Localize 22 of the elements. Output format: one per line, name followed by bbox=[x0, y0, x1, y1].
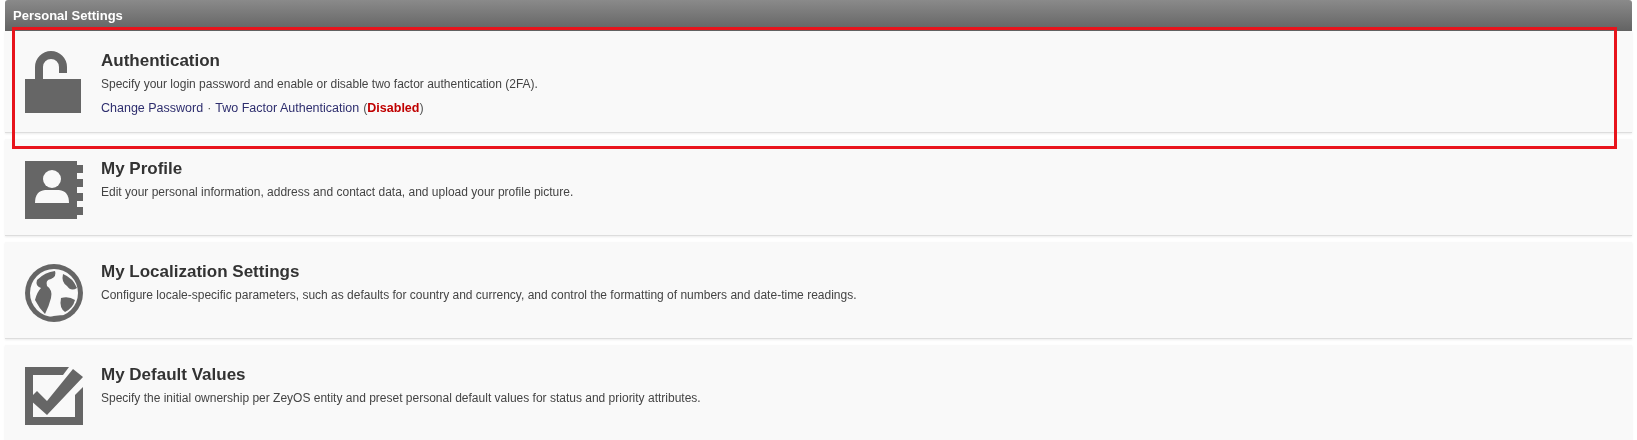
two-factor-link[interactable]: Two Factor Authentication bbox=[215, 98, 360, 118]
status-label: Disabled bbox=[367, 99, 420, 117]
panel-header: Personal Settings bbox=[5, 0, 1632, 31]
settings-card[interactable]: Authentication Specify your login password and enable or disable two factor authentication (2FA). Change Password · Two Factor Authentication (Disabled) bbox=[5, 30, 1632, 133]
change-password-link[interactable]: Change Password bbox=[101, 98, 204, 118]
card-title: My Default Values bbox=[101, 364, 247, 386]
card-description: Edit your personal information, address and contact data, and upload your profile picture. bbox=[101, 184, 575, 202]
checkbox-icon bbox=[23, 364, 85, 427]
settings-card[interactable]: My Profile Edit your personal information, address and contact data, and upload your profile picture. bbox=[5, 138, 1632, 236]
separator-dot: · bbox=[207, 99, 212, 117]
card-description: Specify your login password and enable or disable two factor authentication (2FA). bbox=[101, 75, 539, 93]
card-title: Authentication bbox=[101, 50, 221, 71]
bracket: ( bbox=[363, 99, 368, 117]
bracket: ) bbox=[419, 99, 424, 117]
card-title: My Profile bbox=[101, 158, 184, 180]
settings-card[interactable]: My Localization Settings Configure locale-specific parameters, such as defaults for country and currency, and control the formatting of numbers and date-time readings. bbox=[5, 241, 1632, 339]
card-title: My Localization Settings bbox=[101, 261, 301, 283]
card-description: Specify the initial ownership per ZeyOS entity and preset personal default values for status and priority attributes. bbox=[101, 390, 702, 408]
settings-card[interactable]: My Default Values Specify the initial ownership per ZeyOS entity and preset personal default values for status and priority attributes. bbox=[5, 344, 1632, 440]
address-book-icon bbox=[23, 158, 85, 221]
globe-icon bbox=[23, 261, 85, 324]
card-description: Configure locale-specific parameters, such as defaults for country and currency, and control the formatting of numbers and date-time readings. bbox=[101, 287, 858, 305]
